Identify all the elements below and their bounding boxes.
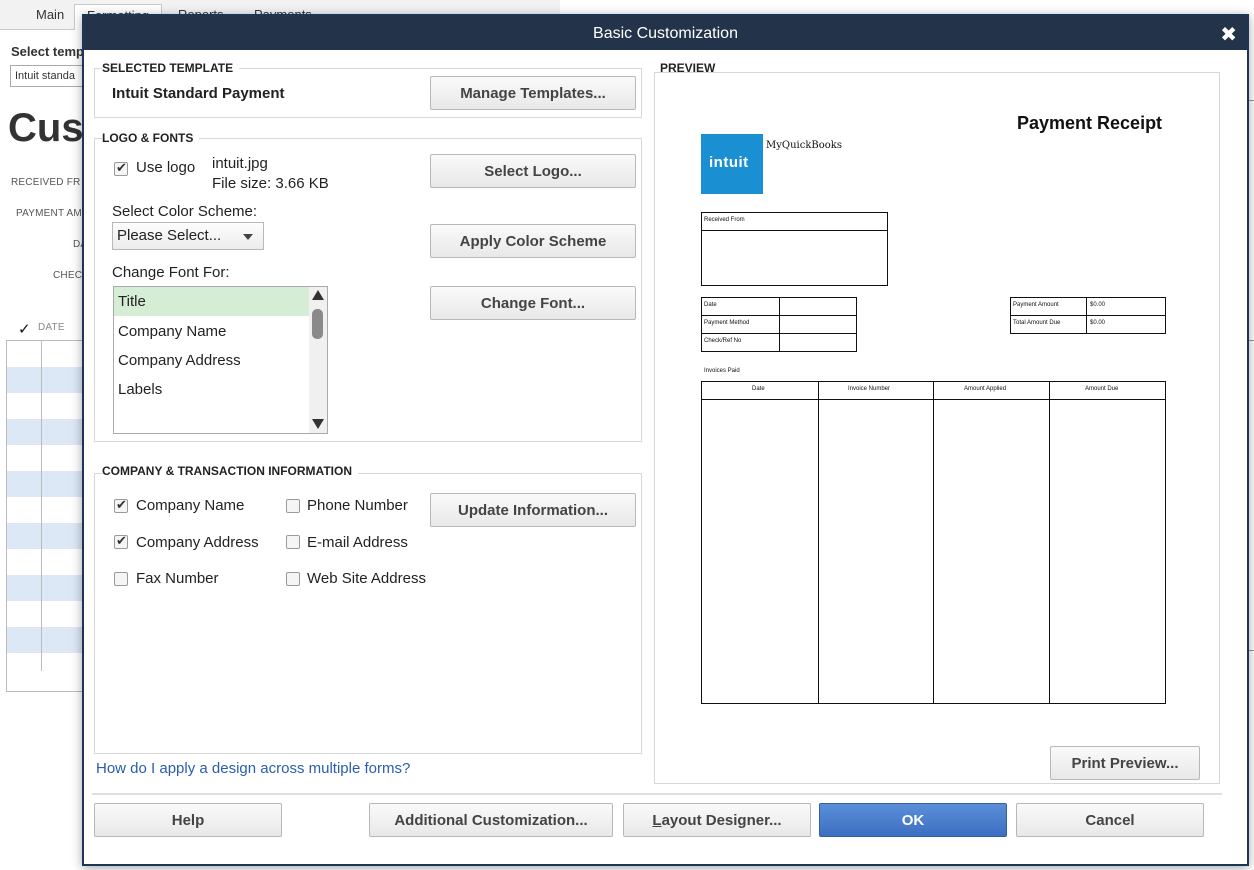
phone-number-label: Phone Number [307,497,408,514]
bottom-separator [92,793,1222,795]
dialog-titlebar: Basic Customization ✖ [84,16,1247,50]
layout-designer-button[interactable]: Layout Designer... [623,803,811,837]
cancel-button[interactable]: Cancel [1016,803,1204,837]
preview-received-from-label: Received From [704,217,745,223]
website-address-label: Web Site Address [307,570,426,587]
font-item-title[interactable]: Title [114,287,310,316]
change-font-button[interactable]: Change Font... [430,286,636,320]
layout-designer-mnemonic: L [652,811,662,829]
fax-number-label: Fax Number [136,570,219,587]
bg-payment-amount-label: PAYMENT AM [16,208,82,219]
email-address-checkbox[interactable] [286,535,300,549]
company-name-label: Company Name [136,497,245,514]
logo-fonts-header: LOGO & FONTS [102,131,200,145]
preview-payment-method-label: Payment Method [704,320,750,326]
preview-check-ref-label: Check/Ref No [704,338,742,344]
logo-file-name: intuit.jpg [212,155,268,172]
select-logo-button[interactable]: Select Logo... [430,154,636,188]
bg-transactions-grid [6,340,86,692]
logo-file-size: File size: 3.66 KB [212,175,329,192]
help-apply-design-link[interactable]: How do I apply a design across multiple … [96,760,410,777]
font-item-labels[interactable]: Labels [114,375,310,404]
help-button[interactable]: Help [94,803,282,837]
print-preview-button[interactable]: Print Preview... [1050,746,1200,780]
bg-template-dropdown[interactable]: Intuit standa [10,65,90,87]
color-scheme-dropdown[interactable]: Please Select... [112,222,264,250]
ok-button[interactable]: OK [819,803,1007,837]
bg-check-label: CHEC [53,270,83,281]
logo-text: intuit [709,154,749,171]
selected-template-name: Intuit Standard Payment [112,85,285,102]
preview-invoices-paid-label: Invoices Paid [704,368,740,374]
preview-col-amount-applied: Amount Applied [964,386,1007,392]
additional-customization-button[interactable]: Additional Customization... [369,803,613,837]
scroll-up-icon[interactable] [312,290,324,300]
phone-number-checkbox[interactable] [286,499,300,513]
selected-template-header: SELECTED TEMPLATE [102,61,240,75]
preview-payment-amount-value: $0.00 [1090,302,1106,308]
change-font-for-label: Change Font For: [112,264,230,281]
preview-company-name: MyQuickBooks [766,140,842,151]
company-address-label: Company Address [136,534,259,551]
chevron-down-icon [243,234,253,240]
preview-col-invoice-number: Invoice Number [848,386,891,392]
font-item-company-name[interactable]: Company Name [114,317,310,346]
dialog-title: Basic Customization [593,25,738,42]
preview-col-amount-due: Amount Due [1085,386,1119,392]
website-address-checkbox[interactable] [286,572,300,586]
font-target-list[interactable]: Title Company Name Company Address Label… [113,286,328,434]
fax-number-checkbox[interactable] [114,572,128,586]
update-information-button[interactable]: Update Information... [430,493,636,527]
apply-color-scheme-button[interactable]: Apply Color Scheme [430,224,636,258]
company-name-checkbox[interactable] [114,497,128,513]
use-logo-checkbox[interactable] [114,160,128,176]
bg-select-template-label: Select temp [11,44,84,59]
preview-total-due-label: Total Amount Due [1013,320,1061,326]
bg-date-column-header: DATE [38,322,65,333]
use-logo-label: Use logo [136,159,196,176]
layout-designer-label: ayout Designer... [661,811,782,829]
bg-received-from-label: RECEIVED FR [11,177,81,188]
preview-date-label: Date [704,302,717,308]
color-scheme-value: Please Select... [117,227,222,244]
preview-received-from-box [701,212,888,286]
scroll-thumb[interactable] [312,309,323,339]
font-list-scrollbar[interactable] [309,287,327,433]
preview-receipt-title: Payment Receipt [1017,113,1163,133]
font-item-company-address[interactable]: Company Address [114,346,310,375]
color-scheme-label: Select Color Scheme: [112,203,258,220]
company-info-header: COMPANY & TRANSACTION INFORMATION [102,464,358,478]
bg-tab-main[interactable]: Main [24,4,76,30]
company-address-checkbox[interactable] [114,533,128,549]
manage-templates-button[interactable]: Manage Templates... [430,76,636,110]
email-address-label: E-mail Address [307,534,408,551]
scroll-down-icon[interactable] [312,419,324,429]
bg-check-column-icon: ✓ [18,321,31,338]
preview-col-date: Date [752,386,765,392]
close-icon[interactable]: ✖ [1220,22,1237,47]
preview-total-due-value: $0.00 [1090,320,1106,326]
intuit-logo: intuit [701,134,763,194]
preview-payment-amount-label: Payment Amount [1013,302,1059,308]
bg-page-title: Cus [8,106,84,150]
